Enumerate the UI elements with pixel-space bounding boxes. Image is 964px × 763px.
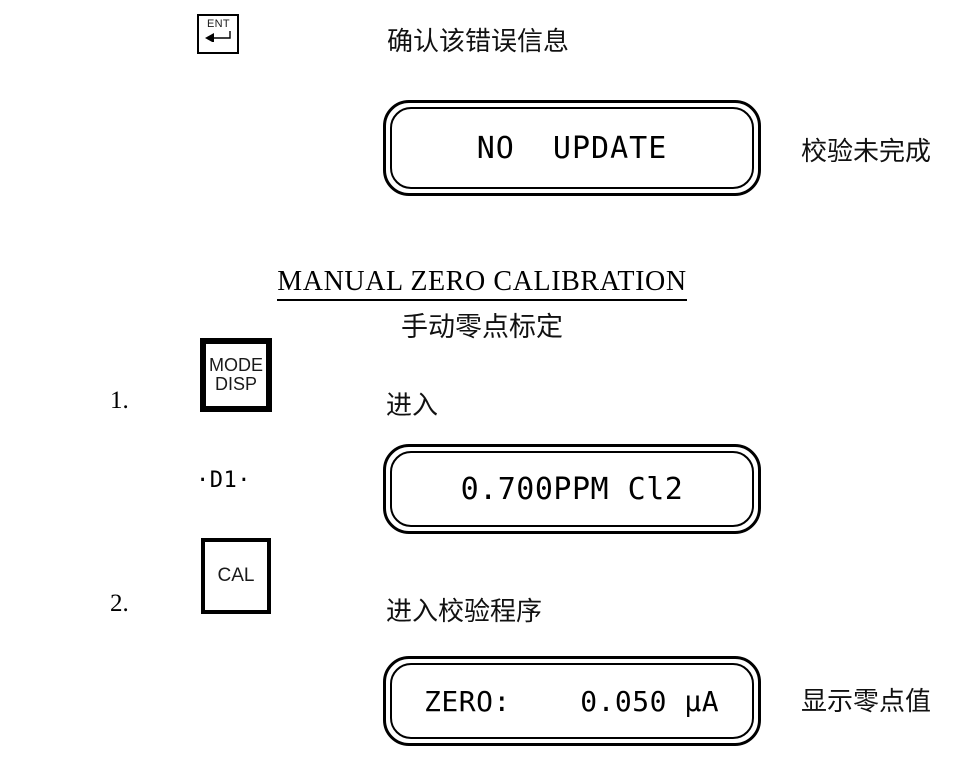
manual-page: ENT 确认该错误信息 NO UPDATE 校验未完成 MANUAL ZERO … — [0, 0, 964, 763]
channel-tag-d1: ·D1· — [196, 468, 251, 493]
key-ent[interactable]: ENT — [197, 14, 239, 54]
key-mode-disp-line1: MODE — [209, 354, 263, 375]
step-marker-2: 2. — [110, 590, 129, 617]
lcd-display-zero: ZERO: 0.050 μA — [383, 656, 761, 746]
key-cal[interactable]: CAL — [201, 538, 271, 614]
annotation-calibration-not-complete: 校验未完成 — [801, 137, 932, 167]
section-heading-chinese: 手动零点标定 — [401, 312, 563, 343]
section-heading-english-text: MANUAL ZERO CALIBRATION — [277, 266, 687, 301]
key-cal-label: CAL — [217, 564, 255, 586]
annotation-enter: 进入 — [386, 391, 439, 421]
lcd-display-zero-text: ZERO: 0.050 μA — [390, 663, 754, 739]
lcd-display-no-update: NO UPDATE — [383, 100, 761, 196]
lcd-display-reading: 0.700PPM Cl2 — [383, 444, 761, 534]
annotation-confirm-error: 确认该错误信息 — [387, 27, 570, 57]
lcd-display-no-update-text: NO UPDATE — [390, 107, 754, 189]
key-mode-disp-line2: DISP — [214, 374, 257, 394]
step-marker-1: 1. — [110, 387, 129, 414]
key-mode-disp[interactable]: MODE DISP — [200, 338, 272, 412]
enter-arrow-icon — [205, 31, 231, 42]
annotation-show-zero-value: 显示零点值 — [801, 687, 932, 717]
section-heading-english: MANUAL ZERO CALIBRATION — [0, 266, 964, 301]
annotation-enter-calibration-program: 进入校验程序 — [386, 597, 543, 627]
lcd-display-reading-text: 0.700PPM Cl2 — [390, 451, 754, 527]
key-ent-label: ENT — [207, 18, 230, 30]
